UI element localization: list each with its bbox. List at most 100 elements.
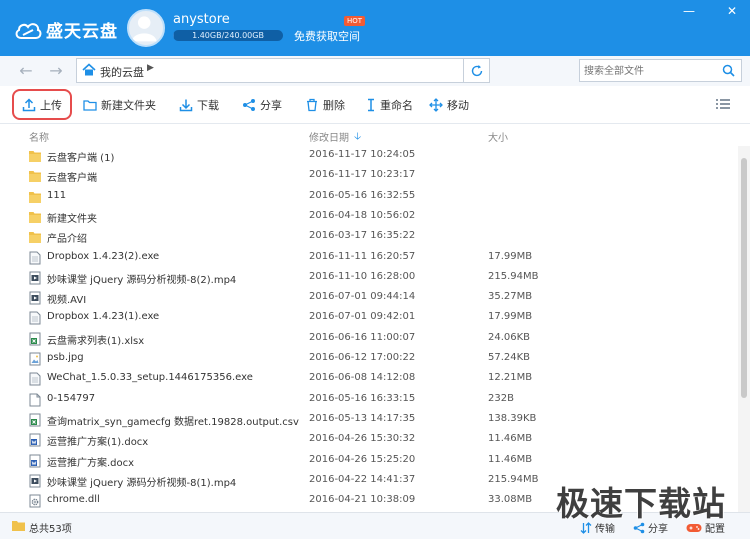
file-date: 2016-11-10 16:28:00 xyxy=(309,270,416,282)
file-size: 11.46MB xyxy=(488,433,533,445)
file-date: 2016-11-11 16:20:57 xyxy=(309,250,416,262)
move-button[interactable]: 移动 xyxy=(429,95,469,115)
file-row[interactable]: 云盘客户端 (1) 2016-11-17 10:24:05 xyxy=(0,146,738,166)
quota-fill xyxy=(173,30,174,41)
column-header: 名称 修改日期 🡣 大小 xyxy=(0,124,750,146)
avatar[interactable] xyxy=(127,9,165,47)
file-name: Dropbox 1.4.23(2).exe xyxy=(47,250,160,262)
column-date[interactable]: 修改日期 xyxy=(309,129,349,144)
rename-label: 重命名 xyxy=(380,99,413,112)
file-date: 2016-11-17 10:23:17 xyxy=(309,169,416,181)
file-date: 2016-04-18 10:56:02 xyxy=(309,209,416,221)
forward-button[interactable]: → xyxy=(47,62,65,80)
sort-descending-icon[interactable]: 🡣 xyxy=(354,129,361,146)
new-folder-button[interactable]: 新建文件夹 xyxy=(83,95,156,115)
file-row[interactable]: 产品介绍 2016-03-17 16:35:22 xyxy=(0,227,738,247)
file-row[interactable]: 0-154797 2016-05-16 16:33:15 232B xyxy=(0,390,738,410)
file-row[interactable]: 运营推广方案(1).docx 2016-04-26 15:30:32 11.46MB xyxy=(0,430,738,450)
refresh-button[interactable] xyxy=(464,58,490,83)
share-button[interactable]: 分享 xyxy=(242,95,282,115)
rename-cursor-icon xyxy=(368,98,374,112)
refresh-icon xyxy=(471,65,483,77)
file-row[interactable]: 查询matrix_syn_gamecfg 数据ret.19828.output.… xyxy=(0,410,738,430)
file-row[interactable]: 妙味课堂 jQuery 源码分析视频-8(2).mp4 2016-11-10 16… xyxy=(0,268,738,288)
share-icon xyxy=(243,99,255,111)
file-row[interactable]: psb.jpg 2016-06-12 17:00:22 57.24KB xyxy=(0,349,738,369)
file-size: 232B xyxy=(488,392,514,404)
breadcrumb-arrow-icon[interactable]: ▶ xyxy=(147,63,154,73)
file-date: 2016-07-01 09:42:01 xyxy=(309,311,416,323)
file-name: WeChat_1.5.0.33_setup.1446175356.exe xyxy=(47,372,253,384)
back-button[interactable]: ← xyxy=(17,62,35,80)
word-file-icon xyxy=(29,433,41,447)
search-input[interactable] xyxy=(584,63,714,79)
file-size: 17.99MB xyxy=(488,250,533,262)
file-date: 2016-11-17 10:24:05 xyxy=(309,149,416,160)
navigation-bar: ← → 我的云盘 ▶ xyxy=(0,56,750,86)
file-date: 2016-05-16 16:33:15 xyxy=(309,392,416,404)
file-row[interactable]: 运营推广方案.docx 2016-04-26 15:25:20 11.46MB xyxy=(0,451,738,471)
file-row[interactable]: WeChat_1.5.0.33_setup.1446175356.exe 2016… xyxy=(0,369,738,389)
file-row[interactable]: Dropbox 1.4.23(1).exe 2016-07-01 09:42:01… xyxy=(0,308,738,328)
file-name: 视频.AVI xyxy=(47,295,87,307)
storage-quota-bar: 1.40GB/240.00GB xyxy=(173,30,283,41)
file-date: 2016-05-16 16:32:55 xyxy=(309,189,416,201)
home-icon[interactable] xyxy=(82,63,96,77)
hot-badge: HOT xyxy=(344,16,366,26)
file-icon xyxy=(29,311,41,325)
word-file-icon xyxy=(29,454,41,467)
file-date: 2016-06-08 14:12:08 xyxy=(309,372,416,384)
upload-button[interactable]: 上传 xyxy=(12,89,72,120)
quota-text: 1.40GB/240.00GB xyxy=(192,31,264,40)
file-name: 云盘客户端 (1) xyxy=(47,153,115,164)
minimize-button[interactable]: — xyxy=(681,4,697,18)
file-date: 2016-07-01 09:44:14 xyxy=(309,291,416,303)
delete-button[interactable]: 删除 xyxy=(305,95,345,115)
file-date: 2016-04-22 14:41:37 xyxy=(309,473,416,485)
folder-icon xyxy=(29,151,41,162)
address-bar[interactable]: 我的云盘 ▶ xyxy=(76,58,464,83)
file-row[interactable]: Dropbox 1.4.23(2).exe 2016-11-11 16:20:57… xyxy=(0,248,738,268)
column-size[interactable]: 大小 xyxy=(488,129,508,144)
rename-button[interactable]: 重命名 xyxy=(366,95,413,115)
file-name: chrome.dll xyxy=(47,494,100,506)
file-row[interactable]: 111 2016-05-16 16:32:55 xyxy=(0,187,738,207)
folder-icon xyxy=(29,191,41,203)
search-box[interactable] xyxy=(579,59,742,82)
file-date: 2016-04-21 10:38:09 xyxy=(309,494,416,506)
file-size: 215.94MB xyxy=(488,270,539,282)
file-size: 138.39KB xyxy=(488,412,537,424)
file-name: 妙味课堂 jQuery 源码分析视频-8(2).mp4 xyxy=(47,274,237,286)
scrollbar-thumb[interactable] xyxy=(741,158,747,398)
watermark: 极速下载站 xyxy=(556,484,726,523)
user-avatar-icon xyxy=(131,16,157,42)
username: anystore xyxy=(173,12,230,27)
upload-label: 上传 xyxy=(40,98,62,112)
file-date: 2016-03-17 16:35:22 xyxy=(309,230,416,242)
vertical-scrollbar[interactable] xyxy=(738,146,750,512)
file-name: 妙味课堂 jQuery 源码分析视频-8(1).mp4 xyxy=(47,477,237,489)
download-button[interactable]: 下载 xyxy=(179,95,219,115)
close-button[interactable]: ✕ xyxy=(724,4,740,18)
column-name[interactable]: 名称 xyxy=(29,129,49,144)
file-size: 12.21MB xyxy=(488,372,533,384)
list-view-icon[interactable] xyxy=(716,98,730,110)
file-name: psb.jpg xyxy=(47,352,84,363)
move-label: 移动 xyxy=(447,99,469,112)
download-icon xyxy=(179,99,193,112)
search-icon[interactable] xyxy=(722,64,735,77)
file-size: 215.94MB xyxy=(488,473,539,485)
free-space-link[interactable]: 免费获取空间 xyxy=(294,28,360,44)
breadcrumb[interactable]: 我的云盘 xyxy=(100,64,144,80)
file-row[interactable]: 新建文件夹 2016-04-18 10:56:02 xyxy=(0,207,738,227)
download-label: 下载 xyxy=(197,99,219,112)
folder-icon xyxy=(29,211,41,223)
new-folder-label: 新建文件夹 xyxy=(101,99,156,112)
file-list: 云盘客户端 (1) 2016-11-17 10:24:05 云盘客户端 2016-11… xyxy=(0,146,738,512)
file-size: 17.99MB xyxy=(488,311,533,323)
file-row[interactable]: 视频.AVI 2016-07-01 09:44:14 35.27MB xyxy=(0,288,738,308)
file-name: 查询matrix_syn_gamecfg 数据ret.19828.output.… xyxy=(47,416,299,428)
new-folder-icon xyxy=(83,100,97,111)
file-row[interactable]: 云盘需求列表(1).xlsx 2016-06-16 11:00:07 24.06KB xyxy=(0,329,738,349)
file-row[interactable]: 云盘客户端 2016-11-17 10:23:17 xyxy=(0,166,738,186)
